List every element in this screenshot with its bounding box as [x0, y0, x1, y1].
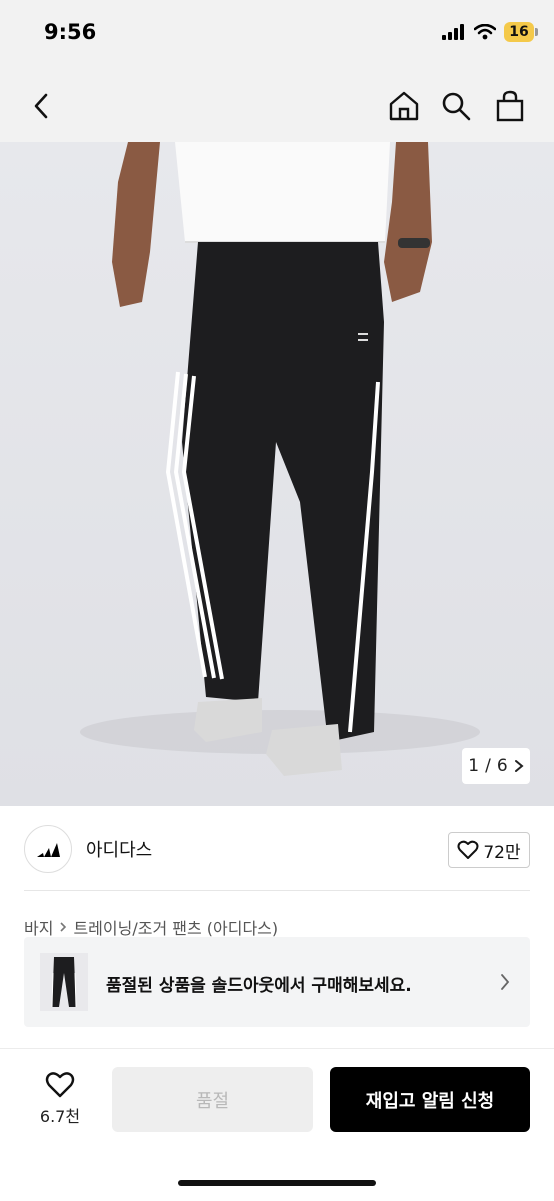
restock-alert-button[interactable]: 재입고 알림 신청 [330, 1067, 530, 1132]
signal-icon [442, 24, 464, 40]
wishlist-count: 6.7천 [39, 1107, 81, 1126]
status-bar: 9:56 16 [0, 0, 554, 70]
home-indicator [178, 1180, 376, 1186]
brand-row[interactable]: 아디다스 72만 [24, 825, 530, 873]
back-button[interactable] [22, 86, 62, 126]
heart-icon [457, 840, 479, 859]
wifi-icon [474, 24, 496, 40]
adidas-logo [37, 843, 60, 857]
banner-arrow [500, 973, 510, 995]
heart-icon [45, 1072, 75, 1098]
wishlist-button[interactable]: 6.7천 [24, 1071, 96, 1131]
breadcrumb-subcategory[interactable]: 트레이닝/조거 팬츠 (아디다스) [73, 915, 278, 939]
chevron-right-icon [514, 760, 524, 772]
pants-thumbnail [51, 957, 77, 1008]
soldout-button[interactable]: 품절 [112, 1067, 313, 1132]
search-button[interactable] [436, 86, 476, 126]
chevron-right-icon [501, 974, 510, 990]
breadcrumb-category[interactable]: 바지 [24, 915, 53, 939]
breadcrumb: 바지 트레이닝/조거 팬츠 (아디다스) [24, 915, 278, 939]
divider [24, 890, 530, 891]
brand-name[interactable]: 아디다스 [86, 836, 152, 862]
banner-thumbnail [40, 953, 88, 1011]
status-time: 9:56 [44, 20, 97, 44]
product-image[interactable]: 1 / 6 [0, 142, 554, 806]
product-photo [80, 142, 480, 776]
chevron-right-icon [60, 922, 67, 932]
bag-icon [496, 90, 524, 122]
banner-text: 품절된 상품을 솔드아웃에서 구매해보세요. [106, 976, 412, 996]
counter-current: 1 [468, 756, 480, 776]
image-counter[interactable]: 1 / 6 [462, 748, 530, 784]
home-button[interactable] [384, 86, 424, 126]
brand-like-button[interactable]: 72만 [448, 832, 530, 868]
counter-separator: / [485, 756, 491, 776]
soldout-banner[interactable]: 품절된 상품을 솔드아웃에서 구매해보세요. [24, 937, 530, 1027]
battery-indicator: 16 [504, 22, 538, 42]
counter-total: 6 [496, 756, 508, 776]
nav-bar [0, 70, 554, 142]
status-icons: 16 [442, 22, 538, 42]
search-icon [442, 92, 471, 121]
cart-button[interactable] [490, 86, 530, 126]
brand-logo[interactable] [24, 825, 72, 873]
back-icon [34, 93, 48, 119]
brand-like-count: 72만 [483, 842, 521, 863]
home-icon [389, 91, 419, 121]
bottom-action-bar: 6.7천 품절 재입고 알림 신청 [0, 1048, 554, 1201]
